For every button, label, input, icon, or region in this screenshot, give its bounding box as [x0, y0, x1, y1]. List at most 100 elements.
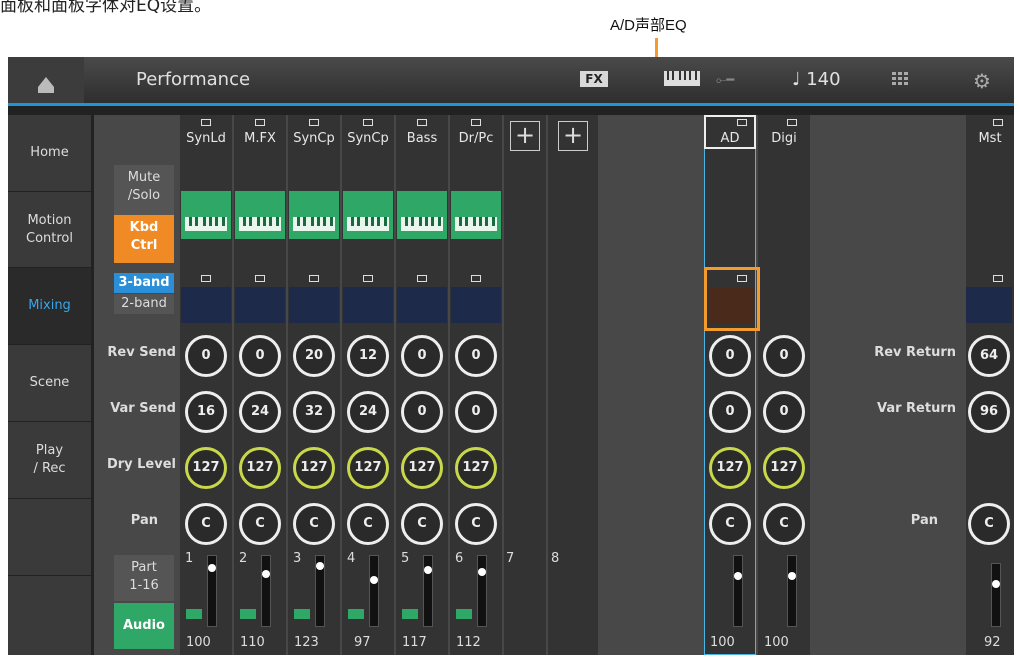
fader-knob[interactable]	[316, 562, 324, 570]
eq-indicator	[417, 275, 427, 282]
var-send-knob[interactable]: 16	[185, 391, 227, 433]
rev-send-knob[interactable]: 12	[347, 335, 389, 377]
kbd-ctrl-toggle[interactable]	[235, 191, 285, 239]
keyboard-icon	[294, 609, 310, 619]
var-send-knob[interactable]: 0	[455, 391, 497, 433]
eq-curve[interactable]	[343, 287, 393, 323]
rev-send-knob[interactable]: 0	[401, 335, 443, 377]
eq-curve[interactable]	[397, 287, 447, 323]
var-send-knob[interactable]: 32	[293, 391, 335, 433]
part-number: 7	[506, 551, 515, 566]
tab-motion-control[interactable]: Motion Control	[8, 192, 91, 268]
part-range-button[interactable]: Part 1-16	[114, 555, 174, 601]
page-title: Performance	[136, 69, 251, 90]
kbd-ctrl-toggle[interactable]	[451, 191, 501, 239]
volume-fader[interactable]	[315, 555, 325, 627]
dry-level-knob[interactable]: 127	[455, 447, 497, 489]
kbd-ctrl-toggle[interactable]	[397, 191, 447, 239]
digi-name[interactable]: Digi	[758, 131, 810, 146]
var-send-knob[interactable]: 0	[763, 391, 805, 433]
pan-knob[interactable]: C	[401, 503, 443, 545]
pan-knob[interactable]: C	[239, 503, 281, 545]
part-name[interactable]: M.FX	[234, 131, 286, 146]
eq-curve[interactable]	[235, 287, 285, 323]
dry-level-label: Dry Level	[106, 457, 176, 472]
kbd-ctrl-toggle[interactable]	[343, 191, 393, 239]
ad-name: AD	[720, 131, 740, 146]
dry-level-knob[interactable]: 127	[293, 447, 335, 489]
master-eq-curve[interactable]	[966, 287, 1012, 323]
dry-level-knob[interactable]: 127	[239, 447, 281, 489]
kbd-ctrl-toggle[interactable]	[289, 191, 339, 239]
var-send-knob[interactable]: 0	[709, 391, 751, 433]
rev-return-knob[interactable]: 64	[968, 335, 1010, 377]
eq-curve[interactable]	[289, 287, 339, 323]
volume-fader[interactable]	[423, 555, 433, 627]
fader-knob[interactable]	[424, 566, 432, 574]
part-name[interactable]: Bass	[396, 131, 448, 146]
pan-knob[interactable]: C	[709, 503, 751, 545]
tab-mixing[interactable]: Mixing	[8, 268, 91, 345]
var-return-knob[interactable]: 96	[968, 391, 1010, 433]
rev-send-knob[interactable]: 0	[239, 335, 281, 377]
fader-knob[interactable]	[788, 572, 796, 580]
ad-eq-curve[interactable]	[710, 287, 754, 323]
fader-knob[interactable]	[734, 572, 742, 580]
master-name[interactable]: Mst	[966, 131, 1014, 146]
fader-knob[interactable]	[370, 576, 378, 584]
audio-button[interactable]: Audio	[114, 603, 174, 649]
dry-level-knob[interactable]: 127	[347, 447, 389, 489]
grid-icon[interactable]	[892, 72, 909, 86]
rev-send-knob[interactable]: 0	[455, 335, 497, 377]
fader-knob[interactable]	[262, 570, 270, 578]
dry-level-knob[interactable]: 127	[401, 447, 443, 489]
master-pan-knob[interactable]: C	[968, 503, 1010, 545]
volume-fader[interactable]	[991, 563, 1001, 627]
rev-send-knob[interactable]: 0	[185, 335, 227, 377]
pan-knob[interactable]: C	[347, 503, 389, 545]
dry-level-knob[interactable]: 127	[185, 447, 227, 489]
var-send-knob[interactable]: 24	[239, 391, 281, 433]
volume-fader[interactable]	[261, 555, 271, 627]
add-part-button[interactable]: +	[510, 121, 540, 151]
volume-fader[interactable]	[369, 555, 379, 627]
volume-fader[interactable]	[477, 555, 487, 627]
eq-curve[interactable]	[181, 287, 231, 323]
volume-fader[interactable]	[733, 555, 743, 627]
dry-level-knob[interactable]: 127	[709, 447, 751, 489]
var-send-knob[interactable]: 24	[347, 391, 389, 433]
3-band-button[interactable]: 3-band	[114, 273, 174, 293]
pan-knob[interactable]: C	[763, 503, 805, 545]
fx-button[interactable]: FX	[580, 71, 608, 87]
fader-knob[interactable]	[478, 568, 486, 576]
gear-icon[interactable]: ⚙	[973, 69, 991, 93]
mute-solo-button[interactable]: Mute /Solo	[114, 165, 174, 215]
tab-home[interactable]: Home	[8, 115, 91, 192]
kbd-ctrl-toggle[interactable]	[181, 191, 231, 239]
fader-knob[interactable]	[208, 564, 216, 572]
pan-knob[interactable]: C	[455, 503, 497, 545]
part-name[interactable]: SynLd	[180, 131, 232, 146]
pan-knob[interactable]: C	[185, 503, 227, 545]
kbd-ctrl-button[interactable]: Kbd Ctrl	[114, 215, 174, 263]
tab-play-rec[interactable]: Play / Rec	[8, 422, 91, 499]
rev-send-knob[interactable]: 20	[293, 335, 335, 377]
home-button[interactable]	[8, 57, 84, 103]
tab-scene[interactable]: Scene	[8, 345, 91, 422]
part-name[interactable]: SynCp	[288, 131, 340, 146]
rev-send-knob[interactable]: 0	[763, 335, 805, 377]
part-number: 2	[239, 551, 248, 566]
volume-fader[interactable]	[787, 555, 797, 627]
fader-knob[interactable]	[992, 580, 1000, 588]
pan-knob[interactable]: C	[293, 503, 335, 545]
rev-send-knob[interactable]: 0	[709, 335, 751, 377]
2-band-button[interactable]: 2-band	[114, 294, 174, 314]
eq-curve[interactable]	[451, 287, 501, 323]
volume-fader[interactable]	[207, 555, 217, 627]
add-part-button[interactable]: +	[558, 121, 588, 151]
dry-level-knob[interactable]: 127	[763, 447, 805, 489]
part-name[interactable]: Dr/Pc	[450, 131, 502, 146]
part-name[interactable]: SynCp	[342, 131, 394, 146]
var-send-knob[interactable]: 0	[401, 391, 443, 433]
tempo-display[interactable]: ♩ 140	[792, 69, 841, 90]
